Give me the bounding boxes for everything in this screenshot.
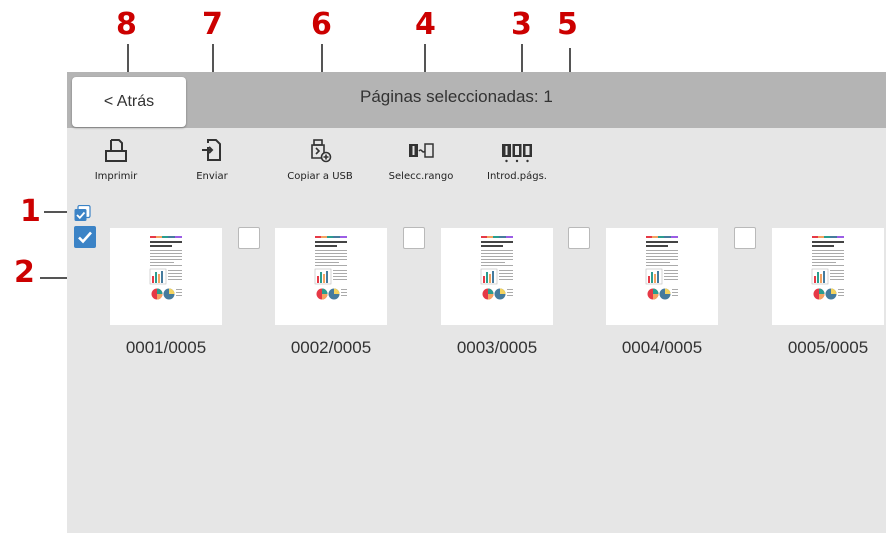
page-number-label-2: 0002/0005 <box>290 338 372 357</box>
range-select-icon <box>409 143 434 158</box>
thumbnail-frame[interactable] <box>606 228 718 325</box>
callout-7: 7 <box>202 7 223 42</box>
send-label: Enviar <box>196 171 228 182</box>
page-number-input-icon <box>502 144 532 163</box>
select-all-icon <box>74 204 91 221</box>
callout-4: 4 <box>415 7 436 42</box>
document-page-preview <box>809 231 847 321</box>
document-page-preview <box>478 231 516 321</box>
header-bar: < Atrás Páginas seleccionadas: 1 <box>67 72 886 128</box>
document-page-preview <box>147 231 185 321</box>
page-checkbox-5[interactable] <box>734 227 756 249</box>
print-button[interactable]: Imprimir <box>71 138 161 182</box>
document-page-preview <box>643 231 681 321</box>
select-all-checkbox[interactable] <box>74 204 91 222</box>
page-number-input-label: Introd.págs. <box>487 171 547 182</box>
page-number-label-5: 0005/0005 <box>787 338 869 357</box>
page-number-input-button[interactable]: Introd.págs. <box>472 138 562 182</box>
check-icon <box>78 231 92 244</box>
page-checkbox-3[interactable] <box>403 227 425 249</box>
page-number-label-4: 0004/0005 <box>621 338 703 357</box>
send-button[interactable]: Enviar <box>167 138 257 182</box>
callout-2: 2 <box>14 255 35 290</box>
page-checkbox-1[interactable] <box>74 226 96 248</box>
range-select-button[interactable]: Selecc.rango <box>376 138 466 182</box>
usb-copy-icon <box>311 139 332 163</box>
page-number-label-1: 0001/0005 <box>125 338 207 357</box>
copy-to-usb-label: Copiar a USB <box>287 171 353 182</box>
thumbnail-frame[interactable] <box>441 228 553 325</box>
page-checkbox-4[interactable] <box>568 227 590 249</box>
thumbnail-frame[interactable] <box>275 228 387 325</box>
print-label: Imprimir <box>94 171 138 182</box>
callout-3: 3 <box>511 7 532 42</box>
page-number-label-3: 0003/0005 <box>456 338 538 357</box>
send-icon <box>202 139 221 161</box>
preview-screen: < Atrás Páginas seleccionadas: 1 Imprimi… <box>67 72 886 533</box>
back-button[interactable]: < Atrás <box>72 77 186 127</box>
callout-1: 1 <box>20 194 41 229</box>
range-select-label: Selecc.rango <box>388 171 454 182</box>
thumbnail-frame[interactable] <box>772 228 884 325</box>
document-page-preview <box>312 231 350 321</box>
callout-6: 6 <box>311 7 332 42</box>
print-icon <box>105 139 127 162</box>
thumbnail-frame[interactable] <box>110 228 222 325</box>
callout-5: 5 <box>557 7 578 42</box>
callout-8: 8 <box>116 7 137 42</box>
copy-to-usb-button[interactable]: Copiar a USB <box>275 138 365 182</box>
selected-pages-status: Páginas seleccionadas: 1 <box>360 87 553 106</box>
page-checkbox-2[interactable] <box>238 227 260 249</box>
